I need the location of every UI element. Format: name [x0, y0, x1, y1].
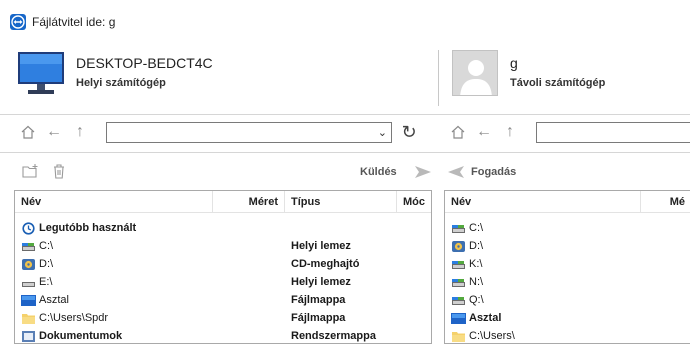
- column-size[interactable]: Méret: [213, 191, 285, 213]
- remote-column-size[interactable]: Mé: [641, 191, 690, 213]
- item-label: N:\: [469, 276, 484, 288]
- item-label: Dokumentumok: [39, 330, 123, 342]
- item-type: Helyi lemez: [291, 276, 351, 288]
- list-item[interactable]: C:\Users\: [445, 327, 690, 343]
- refresh-icon[interactable]: ↻: [398, 120, 420, 144]
- list-item[interactable]: D:\: [445, 237, 690, 255]
- remote-path-input[interactable]: [536, 122, 690, 143]
- local-column-header: Név Méret Típus Móc: [15, 191, 431, 213]
- remote-host-subtitle: Távoli számítógép: [510, 77, 606, 89]
- send-label[interactable]: Küldés: [360, 166, 397, 178]
- user-silhouette-icon: [460, 60, 492, 95]
- transfer-toolbar: Küldés Fogadás: [0, 160, 690, 184]
- drive-icon: [22, 281, 35, 287]
- remote-column-header: Név Mé: [445, 191, 690, 213]
- chevron-down-icon[interactable]: ⌄: [378, 126, 387, 139]
- list-item[interactable]: Asztal: [445, 309, 690, 327]
- documents-icon: [22, 330, 35, 342]
- item-label: C:\: [469, 222, 484, 234]
- item-label: D:\: [39, 258, 54, 270]
- local-path-input[interactable]: ⌄: [106, 122, 392, 143]
- local-host-name: DESKTOP-BEDCT4C: [76, 55, 213, 71]
- item-label: C:\Users\: [469, 330, 515, 342]
- network-drive-icon: [452, 278, 465, 287]
- remote-navbar: ← ↑: [448, 120, 690, 144]
- receive-label[interactable]: Fogadás: [471, 166, 516, 178]
- item-label: E:\: [39, 276, 53, 288]
- item-label: Asztal: [39, 294, 69, 306]
- remote-back-arrow-icon[interactable]: ←: [474, 120, 494, 144]
- desktop-icon: [21, 294, 36, 306]
- up-arrow-icon[interactable]: ↑: [70, 120, 90, 144]
- item-type: CD-meghajtó: [291, 258, 360, 270]
- hosts-divider: [438, 50, 439, 106]
- folder-icon: [452, 331, 465, 342]
- column-name[interactable]: Név: [15, 191, 213, 213]
- local-host: DESKTOP-BEDCT4C Helyi számítógép: [14, 46, 344, 106]
- list-item[interactable]: Dokumentumok Rendszermappa: [15, 327, 431, 343]
- item-label: Asztal: [469, 312, 502, 324]
- send-arrow-icon[interactable]: [413, 164, 433, 180]
- list-item[interactable]: K:\: [445, 255, 690, 273]
- header-separator: [0, 114, 690, 115]
- local-navbar: ← ↑ ⌄ ↻: [18, 120, 432, 144]
- new-folder-icon[interactable]: [22, 162, 40, 180]
- remote-host-name: g: [510, 55, 518, 71]
- nav-separator: [0, 152, 690, 153]
- remote-host: g Távoli számítógép: [446, 46, 690, 106]
- cd-drive-icon: [22, 258, 35, 270]
- item-type: Fájlmappa: [291, 312, 346, 324]
- hosts-header: DESKTOP-BEDCT4C Helyi számítógép g Távol…: [0, 40, 690, 114]
- network-drive-icon: [452, 296, 465, 305]
- item-label: K:\: [469, 258, 483, 270]
- trash-icon[interactable]: [50, 162, 68, 180]
- list-item[interactable]: N:\: [445, 273, 690, 291]
- column-modified[interactable]: Móc: [397, 191, 431, 213]
- list-item[interactable]: D:\ CD-meghajtó: [15, 255, 431, 273]
- local-file-list[interactable]: Név Méret Típus Móc Legutóbb használt C:…: [14, 190, 432, 344]
- drive-icon: [452, 260, 465, 269]
- folder-icon: [22, 313, 35, 324]
- title-bar: Fájlátvitel ide: g: [0, 0, 690, 40]
- drive-icon: [22, 242, 35, 251]
- column-type[interactable]: Típus: [285, 191, 397, 213]
- teamviewer-logo-icon: [10, 14, 26, 30]
- desktop-icon: [451, 312, 466, 324]
- local-host-subtitle: Helyi számítógép: [76, 77, 166, 89]
- list-item[interactable]: C:\: [445, 219, 690, 237]
- item-type: Fájlmappa: [291, 294, 346, 306]
- recent-icon: [22, 221, 35, 235]
- item-type: Helyi lemez: [291, 240, 351, 252]
- list-item[interactable]: E:\ Helyi lemez: [15, 273, 431, 291]
- back-arrow-icon[interactable]: ←: [44, 120, 64, 144]
- avatar: [452, 50, 498, 96]
- window-title: Fájlátvitel ide: g: [32, 15, 116, 29]
- list-item[interactable]: Legutóbb használt: [15, 219, 431, 237]
- cd-drive-icon: [452, 240, 465, 252]
- list-item[interactable]: C:\Users\Spdr Fájlmappa: [15, 309, 431, 327]
- item-label: Legutóbb használt: [39, 222, 137, 234]
- item-type: Rendszermappa: [291, 330, 376, 342]
- receive-arrow-icon[interactable]: [446, 164, 466, 180]
- monitor-icon: [18, 52, 64, 94]
- item-label: Q:\: [469, 294, 484, 306]
- remote-up-arrow-icon[interactable]: ↑: [500, 120, 520, 144]
- list-item[interactable]: Asztal Fájlmappa: [15, 291, 431, 309]
- item-label: C:\Users\Spdr: [39, 312, 109, 324]
- item-label: D:\: [469, 240, 484, 252]
- drive-icon: [452, 224, 465, 233]
- remote-column-name[interactable]: Név: [445, 191, 641, 213]
- item-label: C:\: [39, 240, 54, 252]
- list-item[interactable]: C:\ Helyi lemez: [15, 237, 431, 255]
- remote-home-icon[interactable]: [448, 120, 468, 144]
- list-item[interactable]: Q:\: [445, 291, 690, 309]
- home-icon[interactable]: [18, 120, 38, 144]
- remote-file-list[interactable]: Név Mé C:\ D:\ K:\ N:\ Q:\ Asztal C:\Use…: [444, 190, 690, 344]
